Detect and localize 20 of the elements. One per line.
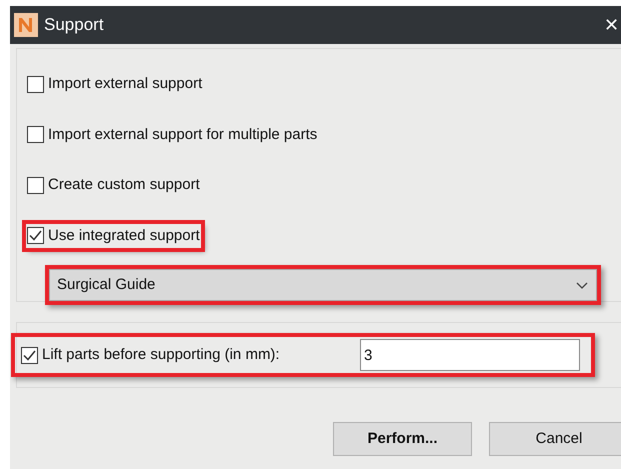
dialog-button[interactable]: Perform... (333, 422, 472, 456)
checkbox-label: Create custom support (48, 175, 200, 195)
checkbox[interactable] (21, 346, 38, 364)
checkbox[interactable] (27, 176, 44, 194)
check-icon (23, 350, 36, 360)
checkbox[interactable] (27, 227, 44, 244)
checkbox[interactable] (27, 126, 44, 144)
support-type-dropdown[interactable]: Surgical Guide (49, 269, 597, 301)
lift-height-field[interactable]: 3 (360, 339, 580, 371)
window-title: Support (44, 14, 104, 36)
check-icon (29, 230, 42, 242)
checkbox-label: Lift parts before supporting (in mm): (42, 344, 281, 365)
checkbox[interactable] (27, 76, 44, 93)
checkbox-label: Use integrated support (48, 226, 200, 246)
chevron-down-icon (576, 282, 588, 288)
checkbox-label: Import external support for multiple parts (48, 124, 318, 144)
app-logo-icon (14, 13, 38, 37)
checkbox-label: Import external support (48, 74, 202, 94)
dialog-button[interactable]: Cancel (489, 422, 621, 456)
close-button[interactable]: ✕ (603, 16, 620, 34)
